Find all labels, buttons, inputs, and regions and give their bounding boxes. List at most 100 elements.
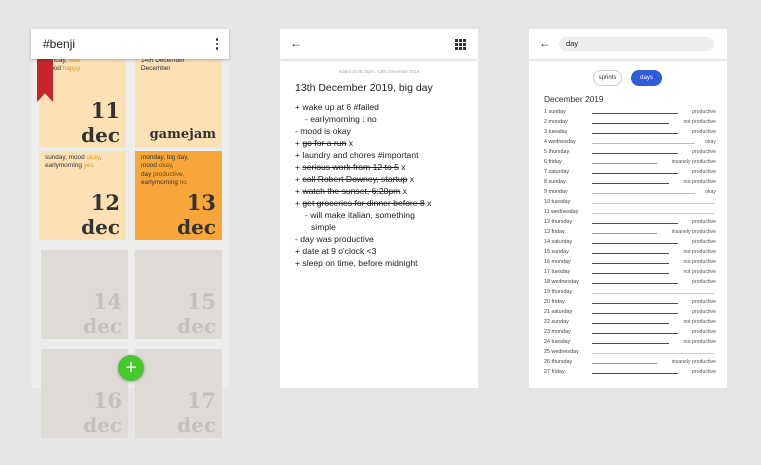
search-query: day [566,39,579,48]
day-result-row[interactable]: 8 sunday not productive [544,178,716,188]
day-card[interactable]: monday, big day, mood okay, day productive… [135,151,222,240]
summary-line: December [141,65,216,73]
day-result-row[interactable]: 20 friday productive [544,298,716,308]
day-label: 17 tuesday [544,269,571,275]
day-card[interactable]: 16 dec [41,349,128,438]
day-card[interactable]: 17 dec [135,349,222,438]
productivity-line [592,152,678,154]
note-line-text: + laundry and chores #important [295,150,419,160]
day-result-row[interactable]: 3 tuesday productive [544,128,716,138]
back-arrow-icon[interactable]: ← [290,36,302,50]
day-result-row[interactable]: 6 friday insanely productive [544,158,716,168]
day-result-row[interactable]: 18 wednesday productive [544,278,716,288]
day-result-row[interactable]: 22 sunday not productive [544,318,716,328]
day-card[interactable]: sunday, mood okay, earlymorning yes 12 dec [39,151,126,240]
note-line-text: simple [311,222,336,232]
productivity-line [592,222,678,224]
day-result-row[interactable]: 27 friday productive [544,368,716,378]
days-filter-chip[interactable]: days [631,70,662,86]
day-result-row[interactable]: 21 saturday productive [544,308,716,318]
note-title[interactable]: 13th December 2019, big day [295,82,433,94]
productivity-tag: productive [692,329,716,335]
day-label: 14 saturday [544,239,573,245]
productivity-tag: not productive [683,319,716,325]
day-card[interactable]: 14th December December gamejam [135,57,222,148]
day-result-row[interactable]: 5 thursday productive [544,148,716,158]
day-result-row[interactable]: 25 wednesday [544,348,716,358]
day-result-row[interactable]: 17 tuesday not productive [544,268,716,278]
day-result-row[interactable]: 16 monday not productive [544,258,716,268]
card-month: dec [81,123,120,147]
productivity-line [592,192,695,194]
productivity-line [592,142,695,144]
note-line-done: call Robert Downey, startup [302,174,408,184]
card-word: gamejam [149,127,216,142]
day-label: 5 thursday [544,149,570,155]
note-line: - day was productive [295,233,470,245]
day-label: 4 wednesday [544,139,576,145]
summary-line: day productive, [141,171,216,179]
note-line-text: - will make italian, something [305,210,415,220]
note-screen: ← edited at 08:15pm, 13th December 2019 … [280,29,478,388]
productivity-tag: not productive [683,179,716,185]
productivity-line [592,262,669,264]
day-result-row[interactable]: 9 monday okay [544,188,716,198]
day-result-row[interactable]: 7 saturday productive [544,168,716,178]
note-line-suffix: x [346,138,354,148]
note-line: + call Robert Downey, startup x [295,173,470,185]
card-month: dec [81,215,120,239]
day-result-row[interactable]: 13 friday insanely productive [544,228,716,238]
day-result-row[interactable]: 1 sunday productive [544,108,716,118]
productivity-tag: not productive [683,119,716,125]
productivity-tag: productive [692,299,716,305]
productivity-line [592,122,669,124]
day-label: 19 thursday [544,289,573,295]
note-line-done: watch the sunset, 6:20pm [302,186,401,196]
add-entry-button[interactable]: + [118,355,144,381]
note-line: - earlymorning : no [295,113,470,125]
productivity-tag: insanely productive [671,359,716,365]
day-label: 26 thursday [544,359,573,365]
day-result-row[interactable]: 19 thursday [544,288,716,298]
note-body[interactable]: + wake up at 6 #failed - earlymorning : n… [295,101,470,269]
day-result-row[interactable]: 10 tuesday [544,198,716,208]
more-menu-icon[interactable] [215,38,219,50]
day-result-row[interactable]: 11 wednesday [544,208,716,218]
day-card[interactable]: 15 dec [135,250,222,339]
day-result-row[interactable]: 24 tuesday not productive [544,338,716,348]
note-line: + sleep on time, before midnight [295,257,470,269]
day-label: 27 friday [544,369,565,375]
productivity-tag: productive [692,369,716,375]
summary-text: earlymorning [141,178,180,186]
back-arrow-icon[interactable]: ← [539,36,551,50]
note-line-text: - mood is okay [295,126,351,136]
day-result-row[interactable]: 12 thursday productive [544,218,716,228]
search-input[interactable]: day [559,37,714,51]
summary-value: happy [62,65,81,73]
sprints-filter-chip[interactable]: sprints [593,70,622,86]
day-label: 3 tuesday [544,129,568,135]
summary-line: sunday, mood okay, [45,154,120,162]
day-card[interactable]: 14 dec [41,250,128,339]
day-result-row[interactable]: 15 sunday not productive [544,248,716,258]
note-line-text: + date at 9 o'clock <3 [295,246,377,256]
card-month: dec [83,314,122,338]
app-header: #benji [31,29,229,59]
day-result-row[interactable]: 23 monday productive [544,328,716,338]
day-result-row[interactable]: 14 saturday productive [544,238,716,248]
summary-value: okay [158,162,172,170]
note-line-suffix: x [398,162,406,172]
day-label: 12 thursday [544,219,573,225]
day-result-row[interactable]: 26 thursday insanely productive [544,358,716,368]
grid-menu-icon[interactable] [455,39,466,50]
productivity-tag: not productive [683,339,716,345]
productivity-line [592,332,678,334]
summary-text: monday, big day, [141,154,189,161]
day-result-row[interactable]: 4 wednesday okay [544,138,716,148]
day-label: 18 wednesday [544,279,579,285]
productivity-tag: productive [692,239,716,245]
summary-line: monday, big day, [141,154,216,162]
summary-text: sunday, mood [45,154,87,161]
day-result-row[interactable]: 2 monday not productive [544,118,716,128]
card-summary: 14th December December [141,57,216,74]
